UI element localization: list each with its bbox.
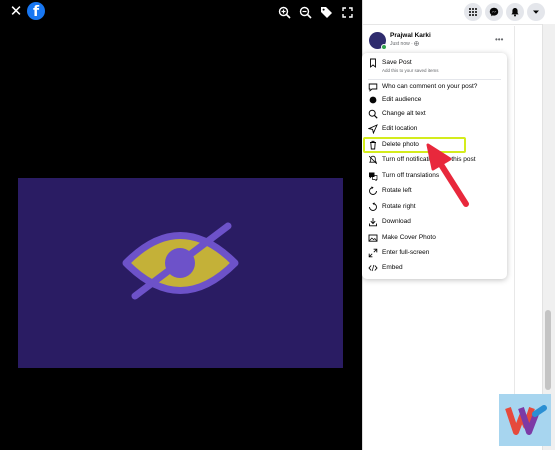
scrollbar-thumb[interactable] — [545, 310, 551, 390]
turn-off-notifications-label: Turn off notifications for this post — [382, 156, 476, 163]
who-can-comment-label: Who can comment on your post? — [382, 83, 478, 90]
close-viewer-button[interactable]: ✕ — [8, 4, 24, 20]
top-nav — [363, 0, 555, 24]
change-alt-text-label: Change alt text — [382, 110, 426, 117]
panel-divider — [514, 26, 515, 396]
menu-item-embed[interactable]: Embed — [366, 261, 503, 276]
menu-item-change-alt-text[interactable]: Change alt text — [366, 107, 503, 122]
image-icon — [368, 234, 378, 242]
eye-slash-icon — [122, 222, 239, 300]
bell-icon — [511, 8, 519, 17]
turn-off-translations-label: Turn off translations — [382, 172, 440, 179]
menu-grid-button[interactable] — [464, 3, 482, 21]
top-divider — [363, 24, 555, 25]
menu-item-save-post[interactable]: Save Post Add this to your saved items — [366, 56, 503, 76]
menu-item-rotate-left[interactable]: Rotate left — [366, 184, 503, 199]
menu-item-turn-off-notifications[interactable]: Turn off notifications for this post — [366, 153, 503, 168]
messenger-button[interactable] — [485, 3, 503, 21]
rotate-right-icon — [369, 202, 377, 211]
rotate-left-label: Rotate left — [382, 187, 412, 194]
save-post-sublabel: Add this to your saved items — [382, 68, 439, 73]
make-cover-photo-label: Make Cover Photo — [382, 234, 436, 241]
fullscreen-icon[interactable] — [341, 6, 354, 19]
code-icon — [368, 264, 378, 272]
tag-icon[interactable] — [320, 6, 333, 19]
globe-icon — [414, 41, 419, 46]
translate-icon — [369, 172, 378, 181]
download-label: Download — [382, 218, 411, 225]
w-logo-icon — [505, 405, 547, 435]
location-arrow-icon — [368, 124, 378, 134]
bell-off-icon — [368, 155, 378, 165]
download-icon — [369, 218, 377, 227]
menu-item-enter-full-screen[interactable]: Enter full-screen — [366, 246, 503, 261]
post-photo — [18, 178, 343, 368]
bookmark-icon — [370, 58, 376, 68]
menu-item-turn-off-translations[interactable]: Turn off translations — [366, 169, 503, 184]
author-name[interactable]: Prajwal Karki — [390, 32, 431, 39]
facebook-logo[interactable]: f — [27, 2, 45, 20]
globe-icon — [369, 96, 377, 104]
viewer-toolbar — [278, 6, 354, 19]
delete-photo-highlight-box — [363, 137, 466, 153]
avatar[interactable] — [369, 32, 387, 50]
save-post-label: Save Post — [382, 59, 412, 66]
notifications-button[interactable] — [506, 3, 524, 21]
photo-viewer: ✕ f — [0, 0, 362, 450]
account-button[interactable] — [527, 3, 545, 21]
messenger-icon — [489, 7, 499, 17]
watermark-logo — [499, 394, 551, 446]
embed-label: Embed — [382, 264, 403, 271]
post-time-label: Just now · — [390, 41, 415, 47]
rotate-left-icon — [369, 186, 377, 195]
online-indicator — [381, 44, 387, 50]
grid-icon — [469, 8, 477, 16]
post-options-menu: Save Post Add this to your saved items W… — [362, 53, 507, 279]
search-icon — [368, 109, 378, 119]
post-header: Prajwal Karki Just now · ••• — [369, 32, 549, 50]
menu-item-edit-audience[interactable]: Edit audience — [366, 93, 503, 108]
menu-item-rotate-right[interactable]: Rotate right — [366, 200, 503, 215]
menu-item-edit-location[interactable]: Edit location — [366, 122, 503, 137]
zoom-in-icon[interactable] — [278, 6, 291, 19]
menu-item-make-cover-photo[interactable]: Make Cover Photo — [366, 231, 503, 246]
more-options-button[interactable]: ••• — [495, 35, 503, 44]
edit-location-label: Edit location — [382, 125, 418, 132]
menu-item-download[interactable]: Download — [366, 215, 503, 230]
enter-full-screen-label: Enter full-screen — [382, 249, 430, 256]
edit-audience-label: Edit audience — [382, 96, 422, 103]
zoom-out-icon[interactable] — [299, 6, 312, 19]
post-time[interactable]: Just now · — [390, 41, 419, 47]
expand-icon — [368, 248, 378, 258]
rotate-right-label: Rotate right — [382, 203, 416, 210]
comment-icon — [368, 83, 378, 92]
chevron-down-icon — [533, 10, 539, 14]
